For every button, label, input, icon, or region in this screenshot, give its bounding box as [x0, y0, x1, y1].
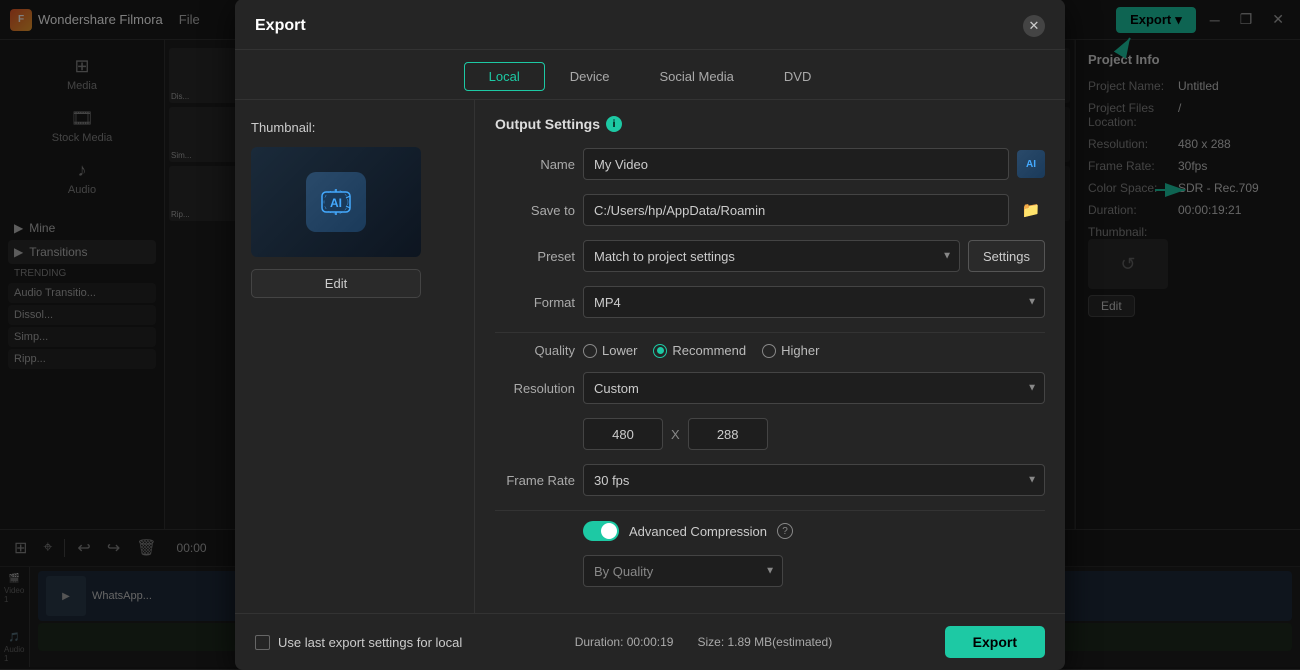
export-final-button[interactable]: Export [945, 626, 1045, 658]
preset-label: Preset [495, 249, 575, 264]
radio-lower-circle [583, 344, 597, 358]
resolution-width-input[interactable] [583, 418, 663, 450]
quality-lower-label: Lower [602, 343, 637, 358]
dialog-header: Export ✕ [235, 0, 1065, 50]
save-to-label: Save to [495, 203, 575, 218]
dialog-footer: Use last export settings for local Durat… [235, 613, 1065, 670]
output-info-icon[interactable]: i [606, 116, 622, 132]
radio-recommend-dot [657, 347, 664, 354]
quality-recommend[interactable]: Recommend [653, 343, 746, 358]
ai-icon: AI [1026, 159, 1036, 170]
edit-thumbnail-dialog-button[interactable]: Edit [251, 269, 421, 298]
by-quality-row: By Quality ▼ [495, 555, 1045, 587]
last-settings-label: Use last export settings for local [278, 635, 462, 650]
resolution-label: Resolution [495, 381, 575, 396]
duration-label: Duration: 00:00:19 [575, 635, 674, 649]
advanced-compression-label: Advanced Compression [629, 524, 767, 539]
output-settings-header: Output Settings i [495, 116, 1045, 132]
footer-left: Use last export settings for local [255, 635, 462, 650]
dialog-title: Export [255, 17, 306, 35]
radio-recommend-circle [653, 344, 667, 358]
thumbnail-image: AI [251, 147, 421, 257]
frame-rate-row: Frame Rate 30 fps ▼ [495, 464, 1045, 496]
quality-higher[interactable]: Higher [762, 343, 819, 358]
preset-row: Preset Match to project settings ▼ Setti… [495, 240, 1045, 272]
preset-select[interactable]: Match to project settings [583, 240, 960, 272]
dialog-tabs: Local Device Social Media DVD [235, 50, 1065, 100]
resolution-inputs: X [495, 418, 1045, 450]
export-dialog: Export ✕ Local Device Social Media DVD T… [235, 0, 1065, 670]
thumbnail-section: Thumbnail: AI [235, 100, 475, 613]
by-quality-select-wrapper: By Quality ▼ [583, 555, 783, 587]
size-label: Size: 1.89 MB(estimated) [697, 635, 832, 649]
name-label: Name [495, 157, 575, 172]
save-to-input[interactable] [583, 194, 1009, 226]
advanced-compression-help-icon[interactable]: ? [777, 523, 793, 539]
tab-local[interactable]: Local [464, 62, 545, 91]
thumbnail-section-label: Thumbnail: [251, 120, 458, 135]
output-settings-label: Output Settings [495, 116, 600, 132]
name-row: Name AI [495, 148, 1045, 180]
advanced-compression-row: Advanced Compression ? [495, 521, 1045, 541]
save-to-row: Save to 📁 [495, 194, 1045, 226]
ai-button[interactable]: AI [1017, 150, 1045, 178]
radio-higher-circle [762, 344, 776, 358]
toggle-knob [601, 523, 617, 539]
resolution-row: Resolution Custom ▼ [495, 372, 1045, 404]
tab-dvd[interactable]: DVD [759, 62, 836, 91]
dialog-close-button[interactable]: ✕ [1023, 15, 1045, 37]
advanced-compression-toggle[interactable] [583, 521, 619, 541]
frame-rate-select-wrapper: 30 fps ▼ [583, 464, 1045, 496]
folder-icon[interactable]: 📁 [1017, 196, 1045, 224]
quality-radio-group: Lower Recommend Higher [583, 343, 819, 358]
svg-text:AI: AI [330, 196, 342, 210]
frame-rate-label: Frame Rate [495, 473, 575, 488]
quality-lower[interactable]: Lower [583, 343, 637, 358]
dialog-overlay: Export ✕ Local Device Social Media DVD T… [0, 0, 1300, 669]
form-divider-2 [495, 510, 1045, 511]
resolution-select-wrapper: Custom ▼ [583, 372, 1045, 404]
form-divider [495, 332, 1045, 333]
last-settings-checkbox[interactable] [255, 635, 270, 650]
tab-social-media[interactable]: Social Media [634, 62, 758, 91]
tab-device[interactable]: Device [545, 62, 635, 91]
format-row: Format MP4 ▼ [495, 286, 1045, 318]
name-input[interactable] [583, 148, 1009, 180]
quality-recommend-label: Recommend [672, 343, 746, 358]
settings-button[interactable]: Settings [968, 240, 1045, 272]
resolution-x-separator: X [671, 427, 680, 442]
quality-label: Quality [495, 343, 575, 358]
resolution-select[interactable]: Custom [583, 372, 1045, 404]
format-label: Format [495, 295, 575, 310]
quality-row: Quality Lower Recommend [495, 343, 1045, 358]
by-quality-select[interactable]: By Quality [583, 555, 783, 587]
footer-center: Duration: 00:00:19 Size: 1.89 MB(estimat… [575, 635, 832, 649]
resolution-height-input[interactable] [688, 418, 768, 450]
format-select[interactable]: MP4 [583, 286, 1045, 318]
preset-select-wrapper: Match to project settings ▼ [583, 240, 960, 272]
quality-higher-label: Higher [781, 343, 819, 358]
output-section: Output Settings i Name AI Save to 📁 [475, 100, 1065, 613]
dialog-body: Thumbnail: AI [235, 100, 1065, 613]
ai-logo-thumb: AI [306, 172, 366, 232]
format-select-wrapper: MP4 ▼ [583, 286, 1045, 318]
thumbnail-inner: AI [251, 147, 421, 257]
frame-rate-select[interactable]: 30 fps [583, 464, 1045, 496]
